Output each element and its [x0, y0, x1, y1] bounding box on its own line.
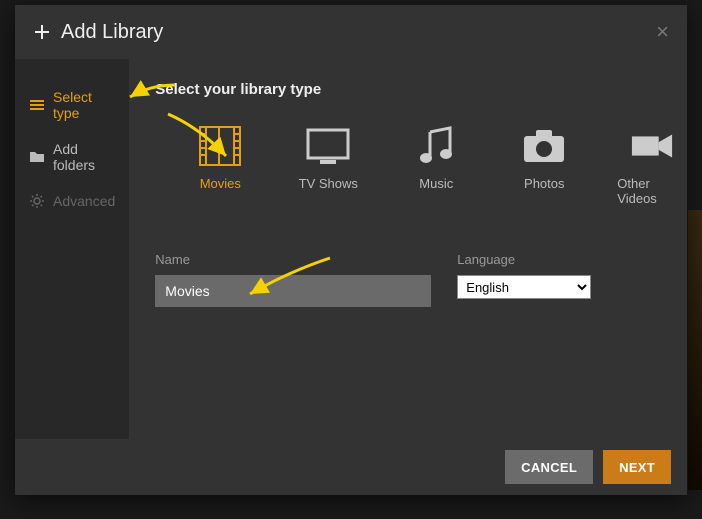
- modal-footer: CANCEL NEXT: [15, 439, 687, 495]
- wizard-sidebar: Select type Add folders Advanced: [15, 59, 129, 439]
- sidebar-item-label: Advanced: [53, 193, 115, 209]
- sidebar-item-add-folders[interactable]: Add folders: [15, 131, 129, 183]
- modal-header: Add Library ×: [15, 5, 687, 59]
- video-camera-icon: [630, 126, 674, 166]
- library-type-row: Movies TV Shows: [155, 126, 687, 206]
- tv-icon: [306, 126, 350, 166]
- language-select[interactable]: English: [457, 275, 591, 299]
- library-type-photos[interactable]: Photos: [509, 126, 579, 206]
- language-field: Language English: [457, 252, 591, 307]
- cancel-button[interactable]: CANCEL: [505, 450, 593, 484]
- music-note-icon: [414, 126, 458, 166]
- library-type-tv-shows[interactable]: TV Shows: [293, 126, 363, 206]
- library-type-label: TV Shows: [299, 176, 358, 191]
- name-field: Name: [155, 252, 431, 307]
- plus-icon: [33, 23, 51, 41]
- library-type-label: Movies: [200, 176, 241, 191]
- library-type-label: Photos: [524, 176, 564, 191]
- form-row: Name Language English: [155, 252, 687, 307]
- library-type-movies[interactable]: Movies: [185, 126, 255, 206]
- next-button[interactable]: NEXT: [603, 450, 671, 484]
- sidebar-item-label: Select type: [53, 89, 115, 121]
- close-icon[interactable]: ×: [656, 19, 669, 45]
- language-label: Language: [457, 252, 591, 267]
- add-library-modal: Add Library × Select type Add folders: [15, 5, 687, 495]
- sidebar-item-select-type[interactable]: Select type: [15, 79, 129, 131]
- sidebar-item-label: Add folders: [53, 141, 115, 173]
- film-icon: [198, 126, 242, 166]
- name-input[interactable]: [155, 275, 431, 307]
- modal-body: Select type Add folders Advanced Select …: [15, 59, 687, 439]
- gear-icon: [29, 193, 45, 209]
- content-heading: Select your library type: [155, 81, 687, 98]
- modal-title: Add Library: [61, 21, 656, 44]
- library-type-label: Other Videos: [617, 176, 687, 206]
- library-type-other-videos[interactable]: Other Videos: [617, 126, 687, 206]
- wizard-content: Select your library type: [129, 59, 702, 439]
- stack-icon: [29, 97, 45, 113]
- name-label: Name: [155, 252, 431, 267]
- sidebar-item-advanced[interactable]: Advanced: [15, 183, 129, 219]
- folder-icon: [29, 149, 45, 165]
- library-type-label: Music: [419, 176, 453, 191]
- camera-icon: [522, 126, 566, 166]
- library-type-music[interactable]: Music: [401, 126, 471, 206]
